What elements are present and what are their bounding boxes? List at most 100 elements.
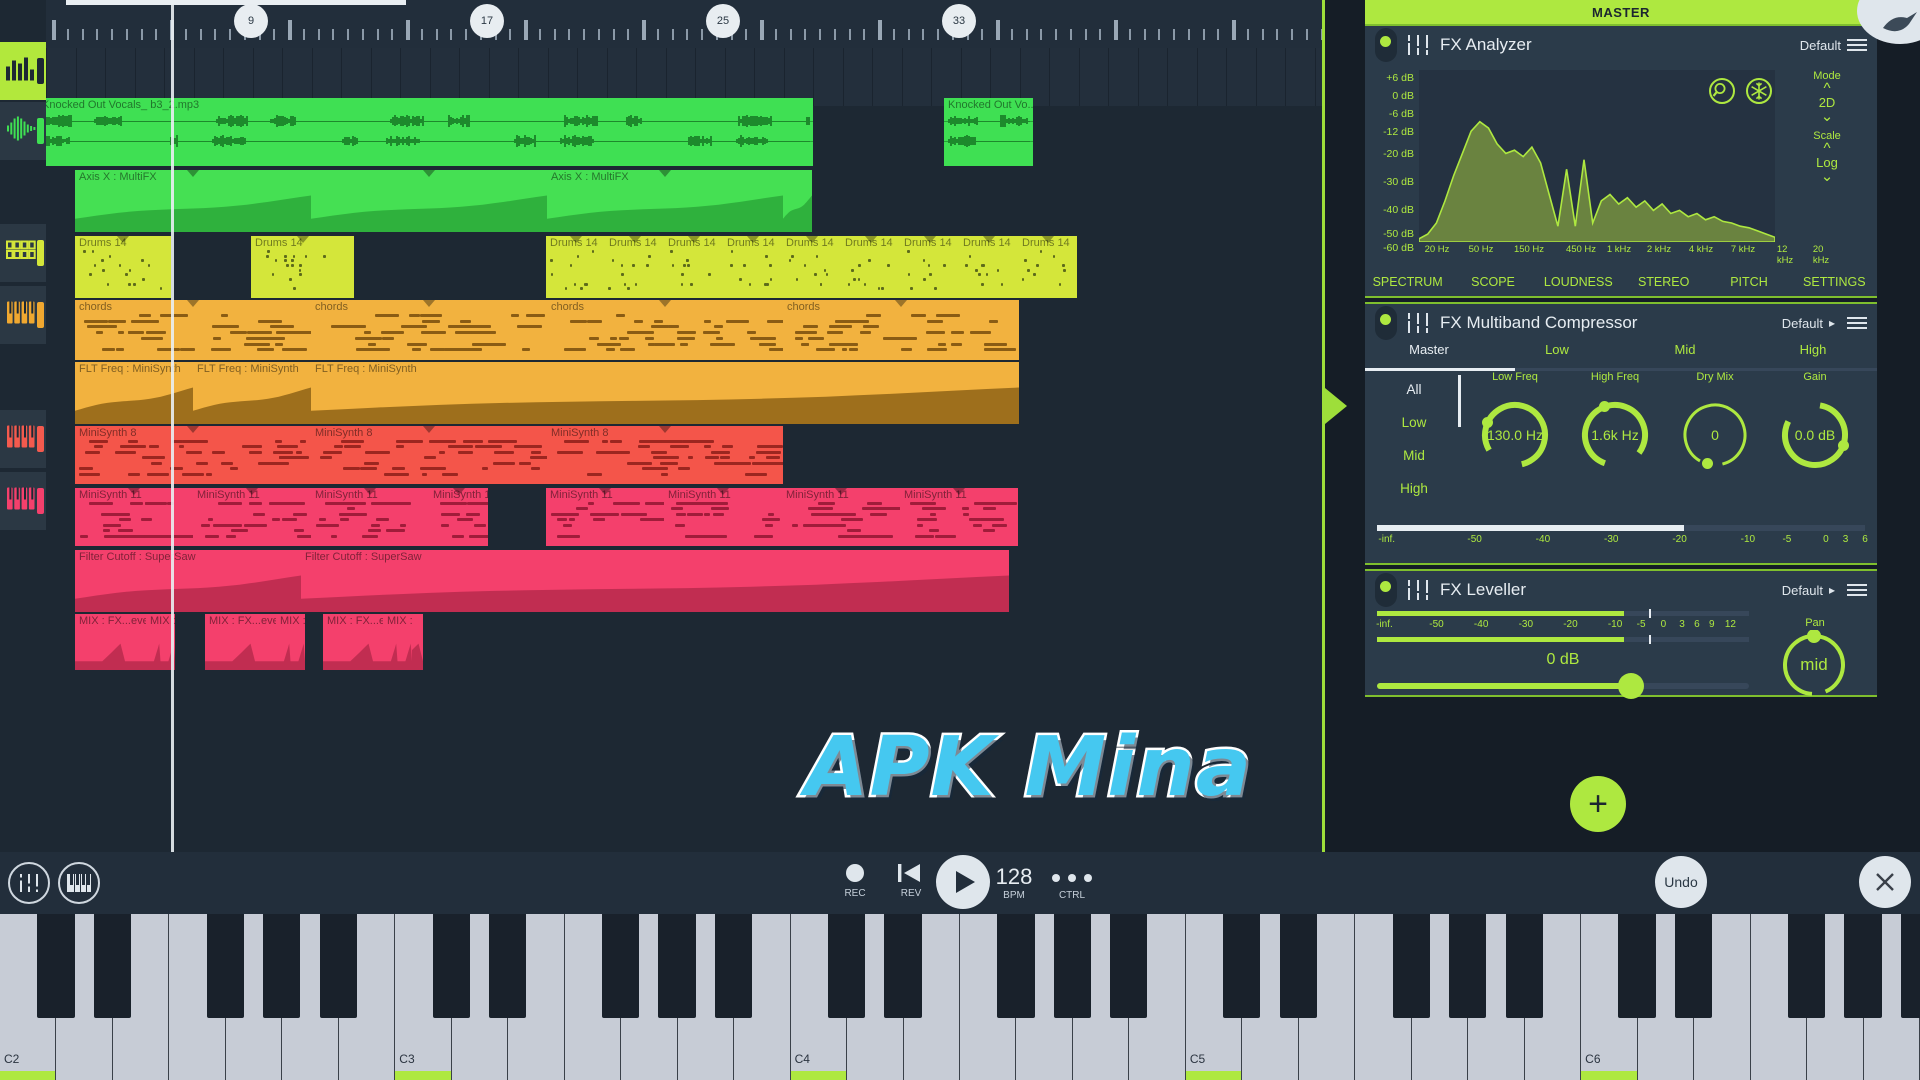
compressor-band-tabs[interactable]: Master Low Mid High	[1365, 342, 1877, 368]
piano-black-key[interactable]	[1618, 914, 1656, 1018]
compressor-menu-icon[interactable]	[1847, 314, 1867, 332]
vocals-track[interactable]: Knocked Out Vocals_ b3_2.mp3 Knocked Out …	[46, 98, 1322, 166]
clip[interactable]: FLT Freq : MiniSynth	[193, 362, 311, 424]
band-tab-mid[interactable]: Mid	[1621, 342, 1749, 368]
compressor-controls[interactable]: All Low Mid High Low Freq 130.0 Hz High Freq 1…	[1365, 371, 1877, 523]
track-icon-mixer[interactable]	[0, 42, 46, 100]
timeline-marker[interactable]: 17	[470, 4, 504, 38]
analyzer-tab-pitch[interactable]: PITCH	[1706, 275, 1791, 289]
piano-black-key[interactable]	[1449, 914, 1487, 1018]
analyzer-preset[interactable]: Default	[1800, 38, 1841, 53]
timeline-marker[interactable]: 33	[942, 4, 976, 38]
knob-dial[interactable]: 0	[1679, 399, 1751, 471]
piano-black-key[interactable]	[1279, 914, 1317, 1018]
clip[interactable]: Drums 14	[605, 236, 664, 298]
record-button[interactable]	[846, 864, 864, 882]
mode-up-chevron-icon[interactable]: ^	[1783, 81, 1871, 96]
clip[interactable]: FLT Freq : MiniSynth	[311, 362, 1019, 424]
clip[interactable]: Filter Cutoff : SuperSaw	[75, 550, 301, 612]
clip[interactable]: Drums 14	[782, 236, 841, 298]
view-tab-mid[interactable]: Mid	[1371, 448, 1457, 463]
view-tab-low[interactable]: Low	[1371, 415, 1457, 430]
analyzer-menu-icon[interactable]	[1847, 36, 1867, 54]
leveller-gain-slider[interactable]	[1377, 683, 1749, 689]
track-icon-minisynth8[interactable]	[0, 410, 46, 468]
view-tab-all[interactable]: All	[1371, 382, 1457, 397]
undo-button[interactable]: Undo	[1655, 856, 1707, 908]
knob-dial[interactable]: 0.0 dB	[1779, 399, 1851, 471]
piano-black-key[interactable]	[206, 914, 244, 1018]
piano-black-key[interactable]	[827, 914, 866, 1018]
clip[interactable]: chords	[783, 300, 1019, 360]
clip[interactable]: Drums 14	[1018, 236, 1077, 298]
leveller-gain-knob[interactable]	[1618, 673, 1644, 699]
leveller-menu-icon[interactable]	[1847, 581, 1867, 599]
clip[interactable]: MiniSynth 8	[547, 426, 783, 484]
clip[interactable]: MiniSynth 11	[900, 488, 1018, 546]
timeline-marker[interactable]: 25	[706, 4, 740, 38]
knob-gain[interactable]: Gain 0.0 dB	[1765, 371, 1865, 471]
playhead[interactable]	[171, 0, 174, 852]
piano-black-key[interactable]	[1844, 914, 1882, 1018]
power-toggle-leveller[interactable]	[1375, 573, 1397, 607]
clip[interactable]: MIX : ...	[276, 614, 305, 670]
mode-down-chevron-icon[interactable]: ⌄	[1783, 109, 1871, 124]
clip[interactable]: FLT Freq : MiniSynth	[75, 362, 193, 424]
bpm-value[interactable]: 128	[984, 864, 1044, 890]
compressor-meter[interactable]: -inf. -50 -40 -30 -20 -10 -5 0 3 6	[1365, 523, 1877, 563]
analyzer-tab-scope[interactable]: SCOPE	[1450, 275, 1535, 289]
piano-black-key[interactable]	[1110, 914, 1148, 1018]
mixer-icon[interactable]	[8, 862, 50, 904]
clip[interactable]: Knocked Out Vocals_ b3_2.mp3	[46, 98, 813, 166]
piano-black-key[interactable]	[601, 914, 640, 1018]
progress-bar[interactable]	[66, 0, 406, 5]
knob-high-freq[interactable]: High Freq 1.6k Hz	[1565, 371, 1665, 471]
piano-black-key[interactable]	[37, 914, 75, 1018]
compressor-view-tabs[interactable]: All Low Mid High	[1371, 371, 1457, 514]
timeline-marker[interactable]: 9	[234, 4, 268, 38]
piano-black-key[interactable]	[319, 914, 357, 1018]
knob-dial[interactable]: 130.0 Hz	[1479, 399, 1551, 471]
analyzer-tab-stereo[interactable]: STEREO	[1621, 275, 1706, 289]
piano-black-key[interactable]	[1787, 914, 1826, 1018]
drums-track[interactable]: Drums 14 Drums 14 Drums 14 Drums 14 Drums 14…	[46, 236, 1322, 298]
compressor-preset[interactable]: Default	[1782, 316, 1823, 331]
clip[interactable]: Drums 14	[75, 236, 171, 298]
snowflake-icon[interactable]	[1746, 78, 1772, 104]
track-icon-chords[interactable]	[0, 286, 46, 344]
piano-black-key[interactable]	[714, 914, 753, 1018]
clip[interactable]: MiniSynth 11	[429, 488, 488, 546]
power-toggle-analyzer[interactable]	[1375, 28, 1397, 62]
clip[interactable]: chords	[311, 300, 547, 360]
track-icon-audio[interactable]	[0, 102, 46, 160]
piano-black-key[interactable]	[93, 914, 131, 1018]
scale-up-chevron-icon[interactable]: ^	[1783, 141, 1871, 156]
clip[interactable]: MiniSynth 11	[311, 488, 429, 546]
add-effect-button[interactable]: +	[1570, 776, 1626, 832]
filter-cutoff-supersaw-track[interactable]: Filter Cutoff : SuperSaw Filter Cutoff : …	[46, 550, 1322, 612]
rewind-button[interactable]	[896, 862, 922, 889]
piano-black-key[interactable]	[432, 914, 470, 1018]
piano-black-key[interactable]	[658, 914, 696, 1018]
compressor-knob-row[interactable]: Low Freq 130.0 Hz High Freq 1.6k Hz Dry Mix 0…	[1465, 371, 1873, 521]
scale-down-chevron-icon[interactable]: ⌄	[1783, 169, 1871, 184]
clip[interactable]: chords	[75, 300, 311, 360]
piano-black-key[interactable]	[263, 914, 301, 1018]
analyzer-tab-spectrum[interactable]: SPECTRUM	[1365, 275, 1450, 289]
clip[interactable]: Drums 14	[723, 236, 782, 298]
clip[interactable]: MiniSynth 8	[75, 426, 311, 484]
piano-black-key[interactable]	[1900, 914, 1920, 1018]
analyzer-tabs[interactable]: SPECTRUM SCOPE LOUDNESS STEREO PITCH SETTINGS	[1365, 268, 1877, 296]
timeline-ruler[interactable]: 9 17 25 33	[46, 0, 1322, 48]
piano-black-key[interactable]	[1674, 914, 1713, 1018]
magnifier-icon[interactable]	[1709, 78, 1735, 104]
minisynth11-track[interactable]: MiniSynth 11 MiniSynth 11 MiniSynth 11 Mini…	[46, 488, 1322, 546]
knob-dry-mix[interactable]: Dry Mix 0	[1665, 371, 1765, 471]
clip[interactable]: Drums 14	[664, 236, 723, 298]
clip[interactable]: MIX : ...	[383, 614, 412, 670]
piano-black-key[interactable]	[1053, 914, 1091, 1018]
clip[interactable]: Drums 14	[841, 236, 900, 298]
clip[interactable]: Drums 14	[959, 236, 1018, 298]
clip[interactable]	[311, 170, 547, 232]
clip[interactable]: Knocked Out Vo...2.mp3	[944, 98, 1033, 166]
